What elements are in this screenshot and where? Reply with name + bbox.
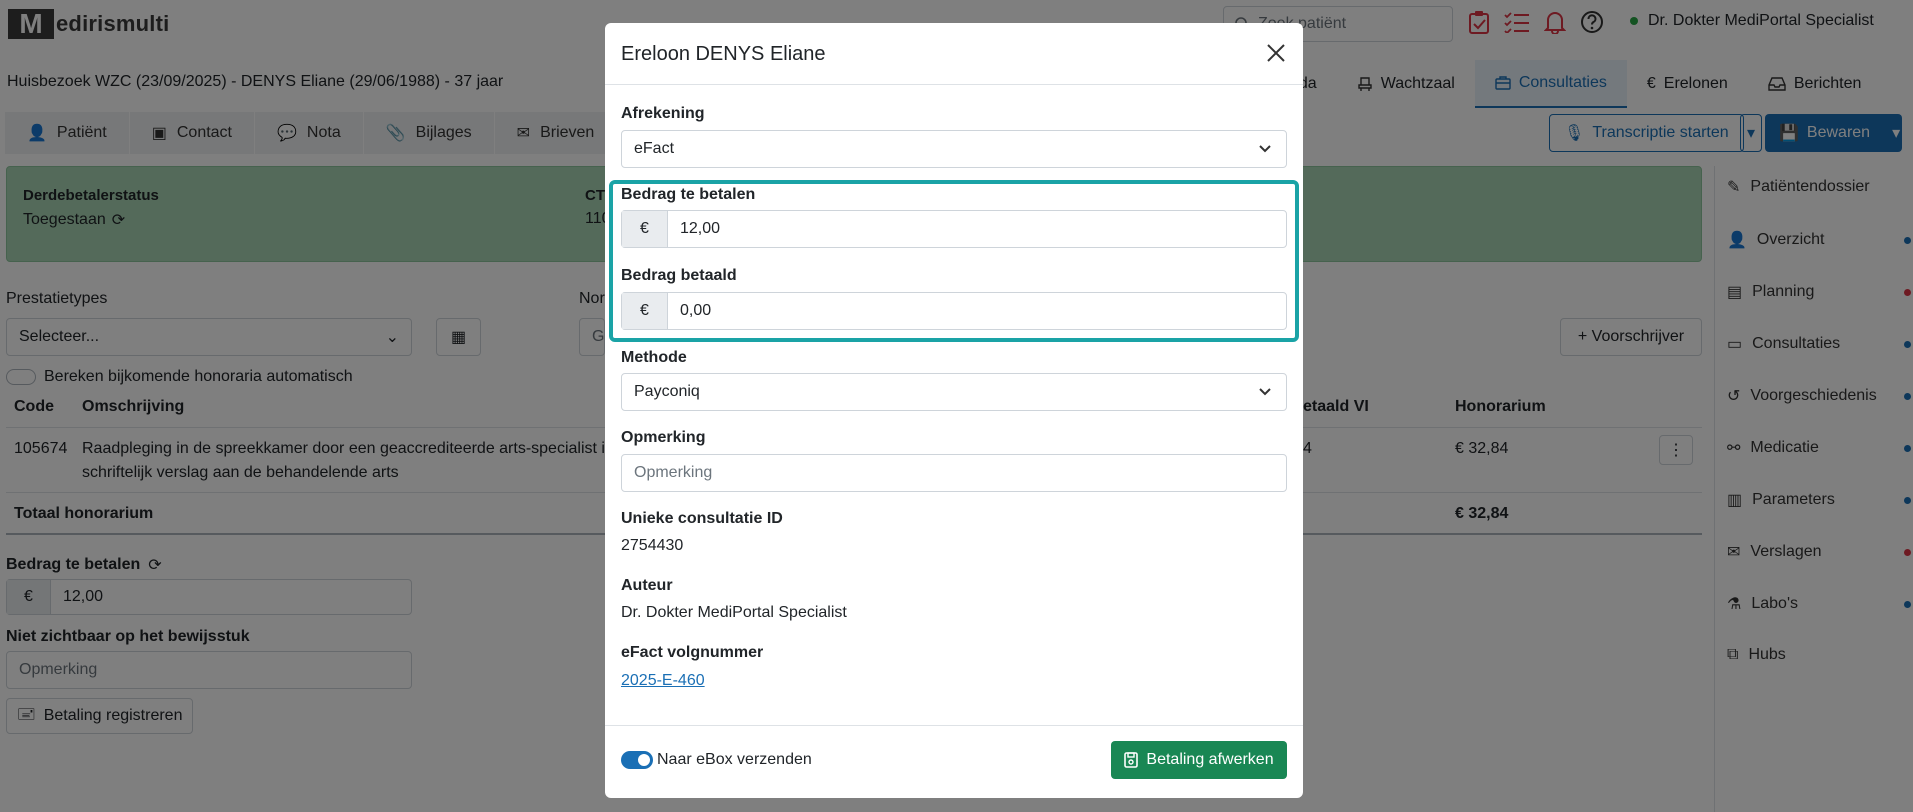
select-value: Payconiq — [634, 383, 700, 400]
submit-label: Betaling afwerken — [1146, 751, 1274, 768]
te-betalen-label: Bedrag te betalen — [621, 186, 756, 203]
betaald-label: Bedrag betaald — [621, 267, 737, 284]
currency-prefix: € — [622, 211, 668, 247]
auteur-value: Dr. Dokter MediPortal Specialist — [621, 604, 847, 621]
currency-prefix: € — [622, 293, 668, 329]
te-betalen-value: 12,00 — [680, 220, 721, 237]
textarea-placeholder: Opmerking — [634, 464, 713, 481]
close-button[interactable] — [1265, 42, 1287, 64]
opmerking-label: Opmerking — [621, 429, 706, 446]
consult-id-value: 2754430 — [621, 537, 684, 554]
ebox-toggle[interactable] — [621, 751, 653, 769]
modal-header: Ereloon DENYS Eliane — [605, 23, 1303, 85]
chevron-down-icon — [1259, 145, 1271, 153]
save-icon — [1124, 752, 1139, 768]
afrekening-label: Afrekening — [621, 105, 705, 122]
select-value: eFact — [634, 140, 675, 157]
modal-footer: Naar eBox verzenden Betaling afwerken — [605, 725, 1303, 798]
afrekening-select[interactable]: eFact — [621, 130, 1287, 168]
methode-select[interactable]: Payconiq — [621, 373, 1287, 411]
efact-label: eFact volgnummer — [621, 644, 764, 661]
close-icon — [1267, 44, 1285, 62]
fee-modal: Ereloon DENYS Eliane Afrekening eFact Be… — [605, 23, 1303, 798]
betaald-input[interactable]: € 0,00 — [621, 292, 1287, 330]
betaald-value: 0,00 — [680, 302, 712, 319]
modal-title: Ereloon DENYS Eliane — [621, 43, 826, 65]
chevron-down-icon — [1259, 388, 1271, 396]
ebox-label: Naar eBox verzenden — [657, 751, 812, 768]
complete-payment-button[interactable]: Betaling afwerken — [1111, 741, 1287, 779]
consult-id-label: Unieke consultatie ID — [621, 510, 783, 527]
auteur-label: Auteur — [621, 577, 673, 594]
opmerking-textarea[interactable]: Opmerking — [621, 454, 1287, 492]
methode-label: Methode — [621, 349, 687, 366]
te-betalen-input[interactable]: € 12,00 — [621, 210, 1287, 248]
efact-link[interactable]: 2025-E-460 — [621, 672, 705, 690]
